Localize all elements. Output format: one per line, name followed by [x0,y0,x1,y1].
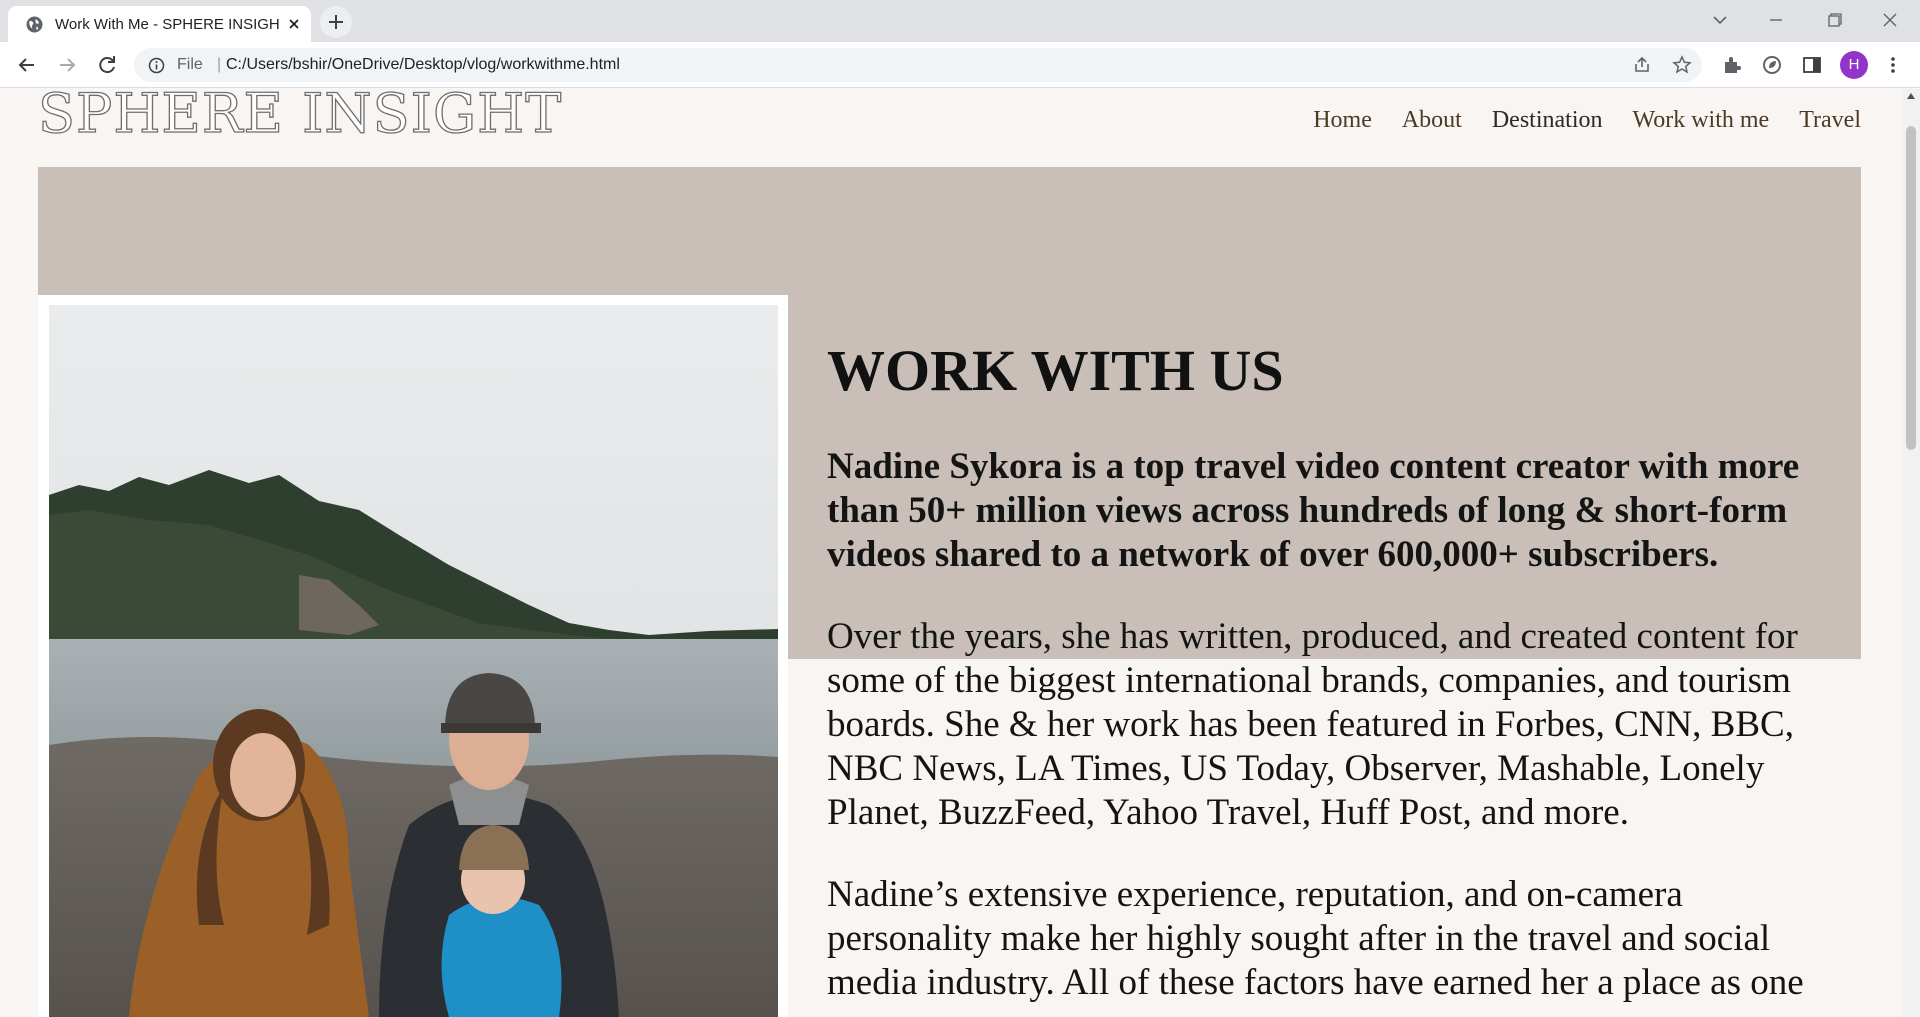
window-close-icon[interactable] [1872,6,1908,34]
address-bar[interactable]: File | C:/Users/bshir/OneDrive/Desktop/v… [134,48,1702,82]
page-viewport: SPHERE INSIGHT Home About Destination Wo… [0,89,1902,1017]
url-text[interactable]: C:/Users/bshir/OneDrive/Desktop/vlog/wor… [226,56,620,74]
nav-travel[interactable]: Travel [1799,107,1861,134]
scroll-up-arrow-icon[interactable] [1907,93,1915,99]
lead-paragraph: Nadine Sykora is a top travel video cont… [827,446,1800,575]
more-menu-icon[interactable] [1882,54,1904,76]
extension-leaf-icon[interactable] [1761,54,1783,76]
share-icon[interactable] [1632,55,1652,75]
nav-about[interactable]: About [1402,107,1462,134]
browser-tab[interactable]: Work With Me - SPHERE INSIGHT [8,6,311,42]
tab-search-icon[interactable] [1702,6,1738,34]
browser-tab-strip: Work With Me - SPHERE INSIGHT [0,0,1920,42]
forward-arrow-icon[interactable] [53,51,81,79]
page-title: WORK WITH US [827,338,1284,403]
extensions-icon[interactable] [1721,54,1743,76]
work-with-us-section: WORK WITH US Nadine Sykora is a top trav… [827,339,1847,1017]
globe-icon [26,16,43,33]
nav-destination[interactable]: Destination [1492,107,1603,134]
minimize-icon[interactable] [1758,6,1794,34]
plus-icon [329,15,343,29]
side-panel-icon[interactable] [1801,54,1823,76]
restore-icon[interactable] [1816,6,1852,34]
url-separator: | [217,56,222,73]
page-scrollbar[interactable] [1902,89,1920,1017]
reload-icon[interactable] [93,51,121,79]
family-beach-photo [49,305,778,1017]
nav-home[interactable]: Home [1313,107,1372,134]
new-tab-button[interactable] [320,6,352,38]
body-paragraph-2: Nadine’s extensive experience, reputatio… [827,874,1804,1003]
body-paragraph-1: Over the years, she has written, produce… [827,616,1798,833]
close-icon[interactable] [284,14,304,34]
url-scheme-label: File [177,56,203,73]
site-logo[interactable]: SPHERE INSIGHT [37,89,562,146]
info-icon[interactable] [148,57,165,74]
scrollbar-thumb[interactable] [1906,126,1916,450]
tab-title: Work With Me - SPHERE INSIGHT [55,16,280,33]
bookmark-star-icon[interactable] [1672,55,1692,75]
back-arrow-icon[interactable] [13,51,41,79]
main-nav: Home About Destination Work with me Trav… [1313,107,1861,134]
profile-avatar[interactable]: H [1840,51,1868,79]
nav-work-with-me[interactable]: Work with me [1633,107,1770,134]
browser-toolbar: File | C:/Users/bshir/OneDrive/Desktop/v… [0,42,1920,88]
